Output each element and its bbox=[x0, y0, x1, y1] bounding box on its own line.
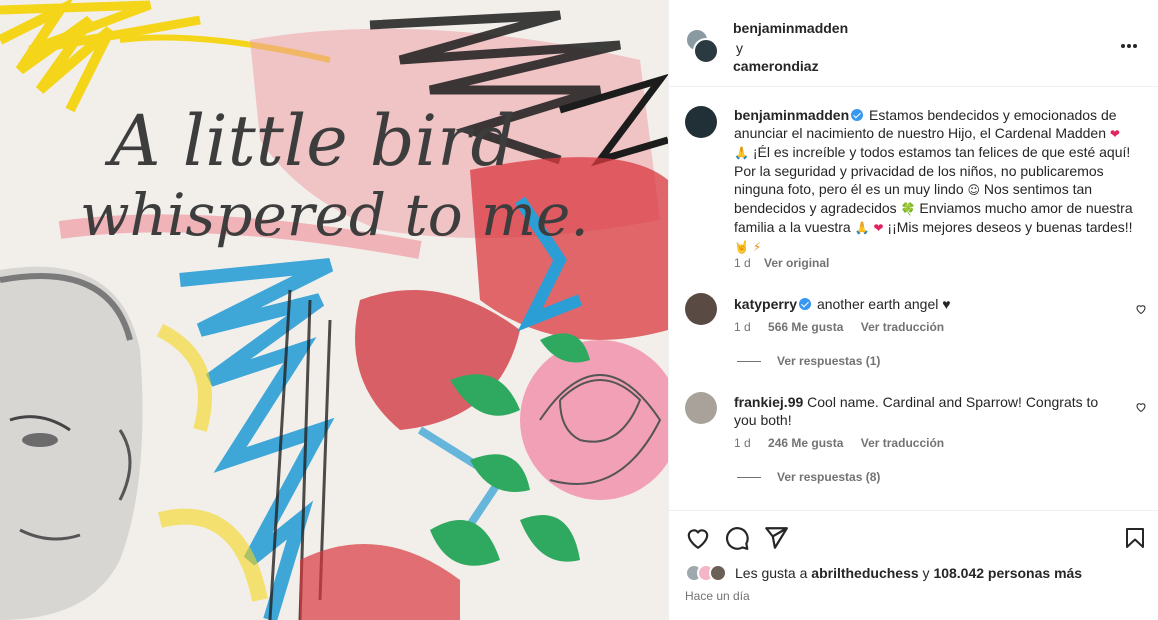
caption-avatar[interactable] bbox=[685, 106, 717, 138]
likes-prefix: Les gusta a bbox=[735, 565, 808, 581]
post-time: Hace un día bbox=[685, 589, 750, 603]
more-options-icon[interactable] bbox=[1121, 35, 1141, 51]
comment-meta: 1 d 566 Me gusta Ver traducción bbox=[734, 320, 944, 334]
post-actions: Les gusta a abriltheduchess y 108.042 pe… bbox=[669, 510, 1158, 620]
artwork-text-line2: whispered to me. bbox=[80, 181, 589, 249]
replies-divider bbox=[737, 360, 761, 362]
smile-emoji: ☺ bbox=[967, 183, 981, 197]
comment-avatar-katyperry[interactable] bbox=[685, 293, 717, 325]
liker-username[interactable]: abriltheduchess bbox=[811, 565, 918, 581]
comment-time: 1 d bbox=[734, 320, 751, 334]
header-username-1[interactable]: benjaminmadden bbox=[733, 20, 848, 36]
view-replies-label: Ver respuestas (1) bbox=[777, 354, 881, 368]
post-panel: benjaminmadden y camerondiaz benjaminmad… bbox=[668, 0, 1158, 620]
bookmark-icon[interactable] bbox=[1123, 525, 1147, 551]
caption: benjaminmadden Estamos bendecidos y emoc… bbox=[734, 106, 1134, 256]
comment-time: 1 d bbox=[734, 436, 751, 450]
comment-username[interactable]: katyperry bbox=[734, 296, 797, 312]
artwork-drawing: A little bird whispered to me. bbox=[0, 0, 668, 620]
comment-like-heart-icon[interactable] bbox=[1135, 303, 1147, 315]
post-image: A little bird whispered to me. bbox=[0, 0, 668, 620]
liker-avatar bbox=[709, 564, 727, 582]
lightning-emoji: ⚡ bbox=[752, 240, 762, 254]
likes-count[interactable]: 108.042 personas más bbox=[933, 565, 1082, 581]
comment-meta: 1 d 246 Me gusta Ver traducción bbox=[734, 436, 944, 450]
clover-emoji: 🍀 bbox=[900, 202, 916, 216]
comment-icon[interactable] bbox=[724, 525, 750, 551]
likes-connector: y bbox=[922, 565, 930, 581]
heart-icon[interactable] bbox=[685, 525, 711, 551]
avatar-camerondiaz[interactable] bbox=[693, 38, 719, 64]
verified-badge-icon bbox=[851, 109, 864, 121]
caption-text-5: ¡¡Mis mejores deseos y buenas tardes!! bbox=[887, 219, 1133, 235]
see-original-link[interactable]: Ver original bbox=[764, 256, 829, 270]
comment-text: another earth angel ♥ bbox=[816, 296, 951, 312]
artwork-text-line1: A little bird bbox=[104, 100, 515, 182]
red-heart-emoji-2: ❤ bbox=[873, 221, 884, 235]
likes-summary: Les gusta a abriltheduchess y 108.042 pe… bbox=[685, 564, 1082, 582]
comments-section[interactable]: benjaminmadden Estamos bendecidos y emoc… bbox=[669, 88, 1158, 510]
comment-katyperry: katyperry another earth angel ♥ bbox=[734, 295, 1114, 313]
caption-time: 1 d bbox=[734, 256, 751, 270]
red-heart-emoji: ❤ bbox=[1109, 127, 1120, 141]
comment-likes[interactable]: 246 Me gusta bbox=[768, 436, 843, 450]
translate-link[interactable]: Ver traducción bbox=[861, 320, 944, 334]
view-replies-button[interactable]: Ver respuestas (1) bbox=[737, 354, 880, 368]
comment-like-heart-icon[interactable] bbox=[1135, 401, 1147, 413]
view-replies-label: Ver respuestas (8) bbox=[777, 470, 881, 484]
header-connector: y bbox=[736, 40, 743, 56]
share-icon[interactable] bbox=[763, 525, 789, 551]
pray-emoji: 🙏 bbox=[734, 146, 749, 160]
pray-emoji-2: 🙏 bbox=[854, 221, 870, 235]
caption-username[interactable]: benjaminmadden bbox=[734, 107, 849, 123]
verified-badge-icon bbox=[799, 298, 812, 310]
comment-avatar-frankiej[interactable] bbox=[685, 392, 717, 424]
post-header: benjaminmadden y camerondiaz bbox=[669, 0, 1158, 87]
translate-link[interactable]: Ver traducción bbox=[861, 436, 944, 450]
post-dialog: A little bird whispered to me. benjaminm… bbox=[0, 0, 1158, 620]
rock-hand-emoji: 🤘 bbox=[734, 240, 749, 254]
header-username-2[interactable]: camerondiaz bbox=[733, 58, 848, 74]
view-replies-button[interactable]: Ver respuestas (8) bbox=[737, 470, 880, 484]
comment-username[interactable]: frankiej.99 bbox=[734, 394, 803, 410]
replies-divider bbox=[737, 476, 761, 478]
caption-meta: 1 d Ver original bbox=[734, 256, 829, 270]
comment-likes[interactable]: 566 Me gusta bbox=[768, 320, 843, 334]
comment-frankiej: frankiej.99 Cool name. Cardinal and Spar… bbox=[734, 393, 1119, 429]
